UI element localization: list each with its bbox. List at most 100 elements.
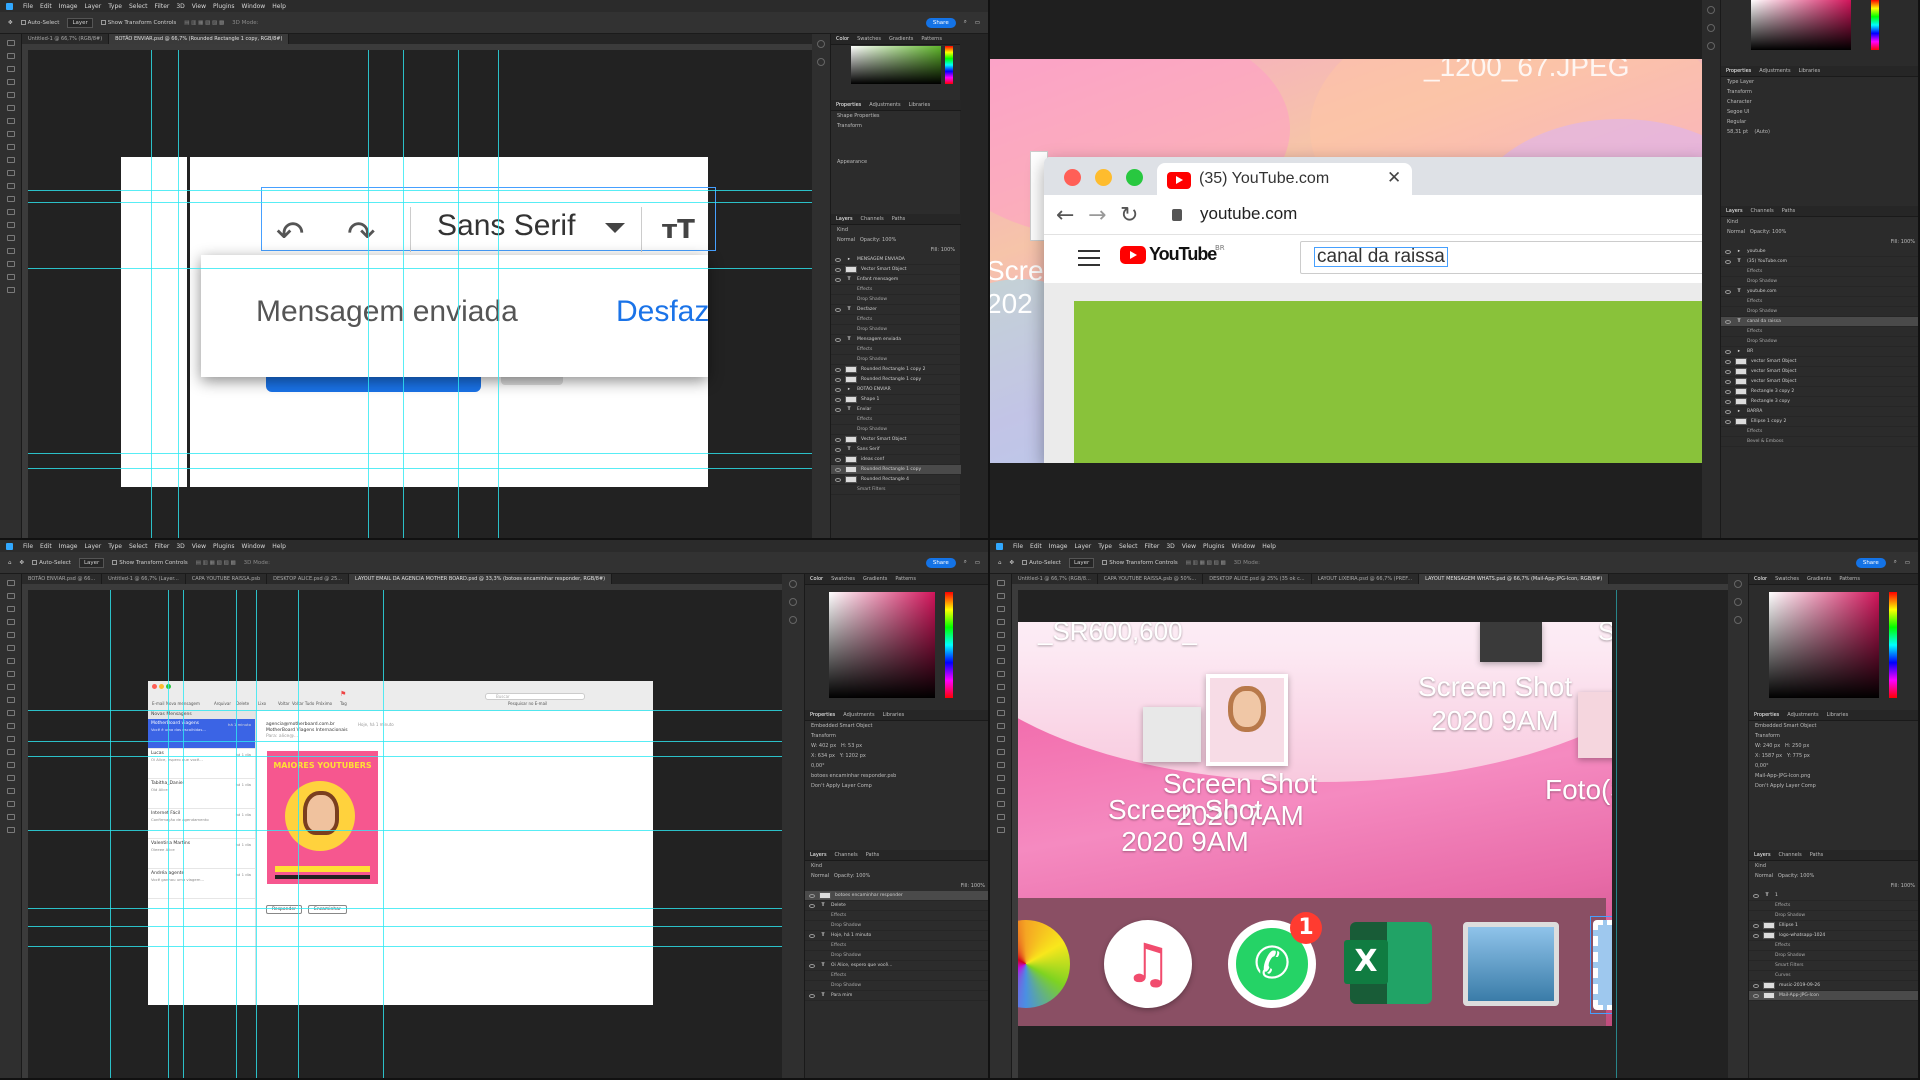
tab-paths[interactable]: Paths — [1810, 852, 1824, 858]
layer-comp-select[interactable]: Don't Apply Layer Comp — [1749, 781, 1918, 791]
canvas-area[interactable]: _SR600,600_ Screen Shot2020 9AM S Screen… — [1018, 590, 1728, 1078]
layer-effect-row[interactable]: Effects — [1749, 941, 1918, 951]
visibility-eye-icon[interactable] — [1753, 993, 1759, 998]
y-field[interactable]: Y: 775 px — [1787, 753, 1810, 759]
menu-select[interactable]: Select — [1119, 543, 1138, 550]
tab-color[interactable]: Color — [1754, 576, 1767, 582]
layer-row[interactable]: botoes encaminhar responder — [805, 891, 988, 901]
visibility-eye-icon[interactable] — [835, 467, 841, 472]
menu-edit[interactable]: Edit — [40, 3, 52, 10]
visibility-eye-icon[interactable] — [835, 387, 841, 392]
visibility-eye-icon[interactable] — [835, 397, 841, 402]
tab-layers[interactable]: Layers — [810, 852, 827, 858]
layer-row[interactable]: Rectangle 3 copy — [1721, 397, 1918, 407]
layer-effect-row[interactable]: Effects — [831, 285, 961, 295]
layer-effect-row[interactable]: Drop Shadow — [831, 355, 961, 365]
visibility-eye-icon[interactable] — [809, 993, 815, 998]
marquee-tool-icon[interactable] — [6, 593, 15, 599]
visibility-eye-icon[interactable] — [835, 407, 841, 412]
transform-fields[interactable] — [831, 131, 961, 157]
gradient-icon[interactable] — [6, 183, 15, 189]
menu-view[interactable]: View — [192, 543, 206, 550]
layer-effect-row[interactable]: Drop Shadow — [831, 425, 961, 435]
type-tool-icon[interactable] — [6, 775, 15, 781]
zoom-tool-icon[interactable] — [996, 827, 1005, 833]
fill-field[interactable]: Fill: 100% — [831, 245, 961, 255]
layer-effect-row[interactable]: Drop Shadow — [1721, 307, 1918, 317]
menu-plugins[interactable]: Plugins — [1203, 543, 1225, 550]
layer-row[interactable]: T1 — [1749, 891, 1918, 901]
layer-row[interactable]: T Hoje, há 1 minuto — [805, 931, 988, 941]
adjust-icon[interactable] — [789, 616, 797, 624]
menu-file[interactable]: File — [1013, 543, 1023, 550]
menu-edit[interactable]: Edit — [40, 543, 52, 550]
document-canvas[interactable]: _SR600,600_ Screen Shot2020 9AM S Screen… — [1018, 622, 1612, 1026]
layer-row[interactable]: T Para mim — [805, 991, 988, 1001]
layer-row[interactable]: ▸ BOTÃO ENVIAR — [831, 385, 961, 395]
brush-icon[interactable] — [6, 131, 15, 137]
color-picker-field[interactable] — [851, 46, 941, 84]
crop-tool-icon[interactable] — [6, 92, 15, 98]
layer-effect-row[interactable]: Effects — [805, 971, 988, 981]
healing-icon[interactable] — [996, 658, 1005, 664]
tab-paths[interactable]: Paths — [1782, 208, 1796, 214]
crop-tool-icon[interactable] — [6, 632, 15, 638]
canvas-area[interactable]: E-mail Nova mensagem Arquivar Delete Lix… — [28, 590, 782, 1078]
layer-row[interactable]: Ellipse 1 — [1749, 921, 1918, 931]
visibility-eye-icon[interactable] — [835, 307, 841, 312]
menu-image[interactable]: Image — [59, 3, 78, 10]
visibility-eye-icon[interactable] — [835, 337, 841, 342]
tab-gradients[interactable]: Gradients — [863, 576, 887, 582]
show-transform-checkbox[interactable]: Show Transform Controls — [112, 559, 188, 566]
align-icons[interactable]: ▤ ▥ ▦ ▧ ▨ ▩ — [196, 560, 236, 566]
healing-icon[interactable] — [6, 658, 15, 664]
layer-effect-row[interactable]: Effects — [831, 415, 961, 425]
filter-kind[interactable]: Kind — [1721, 217, 1918, 227]
type-tool-icon[interactable] — [6, 235, 15, 241]
height-field[interactable]: H: 250 px — [1785, 743, 1809, 749]
tab-properties[interactable]: Properties — [1754, 712, 1779, 718]
angle-field[interactable]: 0,00° — [805, 761, 988, 771]
layer-row[interactable]: vector Smart Object — [1721, 367, 1918, 377]
layer-effect-row[interactable]: Effects — [1721, 267, 1918, 277]
opacity-field[interactable]: Opacity: 100% — [1778, 873, 1814, 879]
font-style-select[interactable]: Regular — [1721, 117, 1918, 127]
canvas-area[interactable]: ↶ ↷ Sans Serif тT Mensagem enviada Desfa… — [28, 50, 830, 538]
layer-effect-row[interactable]: Effects — [831, 315, 961, 325]
hue-slider[interactable] — [1889, 592, 1897, 698]
visibility-eye-icon[interactable] — [835, 477, 841, 482]
path-select-icon[interactable] — [996, 788, 1005, 794]
gradient-icon[interactable] — [6, 723, 15, 729]
layer-select[interactable]: Layer — [1068, 557, 1095, 568]
menu-help[interactable]: Help — [272, 3, 286, 10]
visibility-eye-icon[interactable] — [809, 903, 815, 908]
menu-type[interactable]: Type — [108, 543, 122, 550]
tab-patterns[interactable]: Patterns — [1839, 576, 1860, 582]
crop-tool-icon[interactable] — [996, 632, 1005, 638]
layer-row[interactable]: Ellipse 1 copy 2 — [1721, 417, 1918, 427]
menu-window[interactable]: Window — [1232, 543, 1256, 550]
visibility-eye-icon[interactable] — [835, 457, 841, 462]
tab-paths[interactable]: Paths — [892, 216, 906, 222]
layer-row[interactable]: Vector Smart Object — [831, 265, 961, 275]
lasso-tool-icon[interactable] — [6, 606, 15, 612]
layer-row[interactable]: Rounded Rectangle 1 copy — [831, 465, 961, 475]
font-size-field[interactable]: 58,31 pt — [1727, 129, 1748, 135]
layer-effect-row[interactable]: Drop Shadow — [831, 325, 961, 335]
visibility-eye-icon[interactable] — [1725, 259, 1731, 264]
layer-row[interactable]: Rounded Rectangle 1 copy — [831, 375, 961, 385]
stamp-icon[interactable] — [6, 144, 15, 150]
color-picker-field[interactable] — [829, 592, 935, 698]
eyedropper-icon[interactable] — [996, 645, 1005, 651]
align-icons[interactable]: ▤ ▥ ▦ ▧ ▨ ▩ — [1186, 560, 1226, 566]
visibility-eye-icon[interactable] — [835, 257, 841, 262]
layer-effect-row[interactable]: Drop Shadow — [831, 295, 961, 305]
magic-wand-icon[interactable] — [6, 619, 15, 625]
fill-field[interactable]: Fill: 100% — [1749, 881, 1918, 891]
menu-view[interactable]: View — [1182, 543, 1196, 550]
layer-row[interactable]: vector Smart Object — [1721, 357, 1918, 367]
visibility-eye-icon[interactable] — [1725, 409, 1731, 414]
hand-tool-icon[interactable] — [996, 814, 1005, 820]
layer-effect-row[interactable]: Effects — [1749, 901, 1918, 911]
canvas-area[interactable]: _1200_67.JPEG Scre 202 (35) YouTube.com ✕… — [990, 0, 1708, 538]
